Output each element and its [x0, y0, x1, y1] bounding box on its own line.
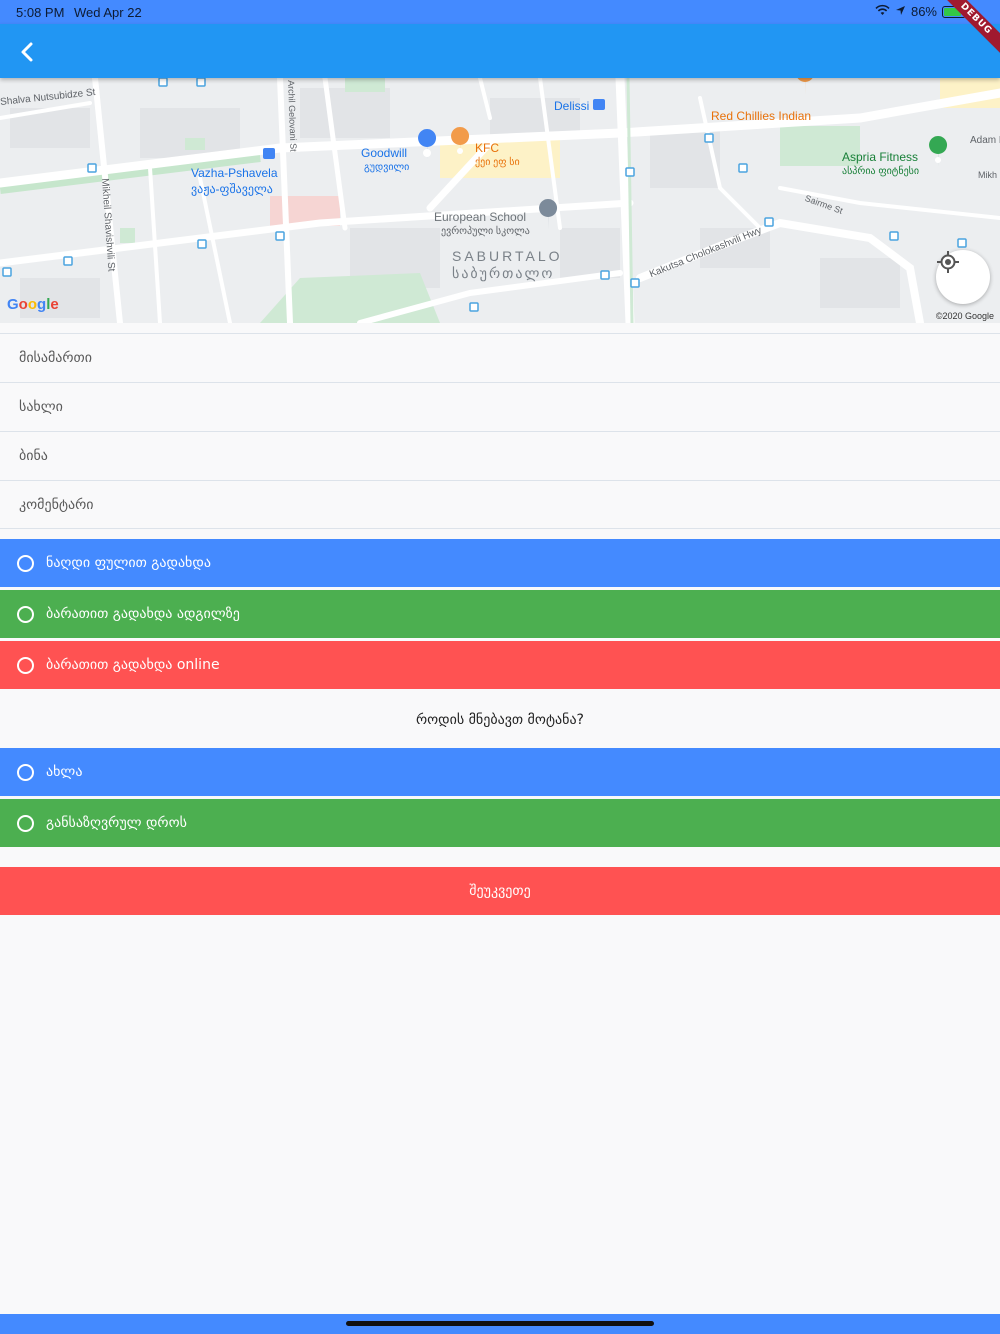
delivery-option-label: განსაზღვრულ დროს	[46, 815, 187, 831]
apartment-field-row	[0, 431, 1000, 480]
radio-button[interactable]	[17, 763, 34, 781]
house-field-row	[0, 382, 1000, 431]
map-label-european-ka: ევროპული სკოლა	[441, 226, 530, 237]
house-input[interactable]	[0, 383, 1000, 431]
delivery-option-now[interactable]: ახლა	[0, 748, 1000, 796]
radio-button[interactable]	[17, 605, 34, 623]
map-label-aspria: Aspria Fitness	[842, 150, 919, 164]
map-label-vazha: Vazha-Pshavela	[191, 166, 278, 180]
map-label-vazha-ka: ვაჟა-ფშაველა	[191, 182, 273, 196]
radio-button[interactable]	[17, 554, 34, 572]
payment-option-card-on-site[interactable]: ბარათით გადახდა ადგილზე	[0, 590, 1000, 638]
payment-option-label: ბარათით გადახდა online	[46, 657, 220, 673]
map-label-kfc-ka: ქეი ეფ სი	[475, 157, 520, 168]
map-label-european: European School	[434, 210, 527, 224]
order-button[interactable]: შეუკვეთე	[0, 867, 1000, 915]
payment-option-card-online[interactable]: ბარათით გადახდა online	[0, 641, 1000, 689]
comment-input[interactable]	[0, 481, 1000, 528]
payment-option-label: ბარათით გადახდა ადგილზე	[46, 606, 240, 622]
chevron-left-icon	[21, 42, 33, 62]
back-button[interactable]	[10, 34, 46, 70]
radio-button[interactable]	[17, 656, 34, 674]
payment-option-cash[interactable]: ნაღდი ფულით გადახდა	[0, 539, 1000, 587]
wifi-icon	[875, 4, 890, 19]
map-label-delissi: Delissi	[554, 99, 590, 113]
delivery-option-label: ახლა	[46, 764, 83, 780]
google-logo: Google	[7, 296, 59, 313]
map-label-goodwill: Goodwill	[361, 146, 408, 160]
map-view[interactable]: Shalva Nutsubidze St Delissi Red Chillie…	[0, 78, 1000, 323]
address-input[interactable]	[0, 334, 1000, 382]
status-date: Wed Apr 22	[74, 5, 142, 20]
comment-field-row	[0, 480, 1000, 529]
map-label-goodwill-ka: გუდვილი	[364, 162, 410, 173]
delivery-option-scheduled[interactable]: განსაზღვრულ დროს	[0, 799, 1000, 847]
address-field-row	[0, 333, 1000, 382]
battery-percent: 86%	[910, 4, 937, 19]
payment-option-label: ნაღდი ფულით გადახდა	[46, 555, 211, 571]
delivery-question: როდის მნებავთ მოტანა?	[416, 712, 584, 728]
status-time: 5:08 PM	[16, 5, 65, 20]
status-indicators: 86%	[875, 4, 968, 19]
map-label-red-chillies: Red Chillies Indian	[711, 109, 812, 123]
radio-button[interactable]	[17, 814, 34, 832]
home-indicator[interactable]	[346, 1321, 654, 1326]
bottom-bar	[0, 1314, 1000, 1334]
address-form	[0, 333, 1000, 529]
map-label-adam: Adam M	[970, 135, 1000, 146]
location-arrow-icon	[895, 4, 906, 19]
map-background	[0, 78, 1000, 323]
apartment-input[interactable]	[0, 432, 1000, 480]
map-label-mikh: Mikh	[978, 170, 998, 180]
map-copyright: ©2020 Google	[935, 311, 994, 321]
status-bar: 5:08 PM Wed Apr 22 86%	[0, 0, 1000, 24]
map-label-saburtalo-ka: საბურთალო	[452, 265, 555, 281]
app-bar	[0, 24, 1000, 78]
map-label-kfc: KFC	[475, 141, 499, 155]
my-location-icon	[937, 251, 959, 273]
map-label-aspria-ka: ასპრია ფიტნესი	[842, 166, 920, 177]
my-location-button[interactable]	[936, 250, 990, 304]
map-label-saburtalo: SABURTALO	[452, 248, 563, 264]
